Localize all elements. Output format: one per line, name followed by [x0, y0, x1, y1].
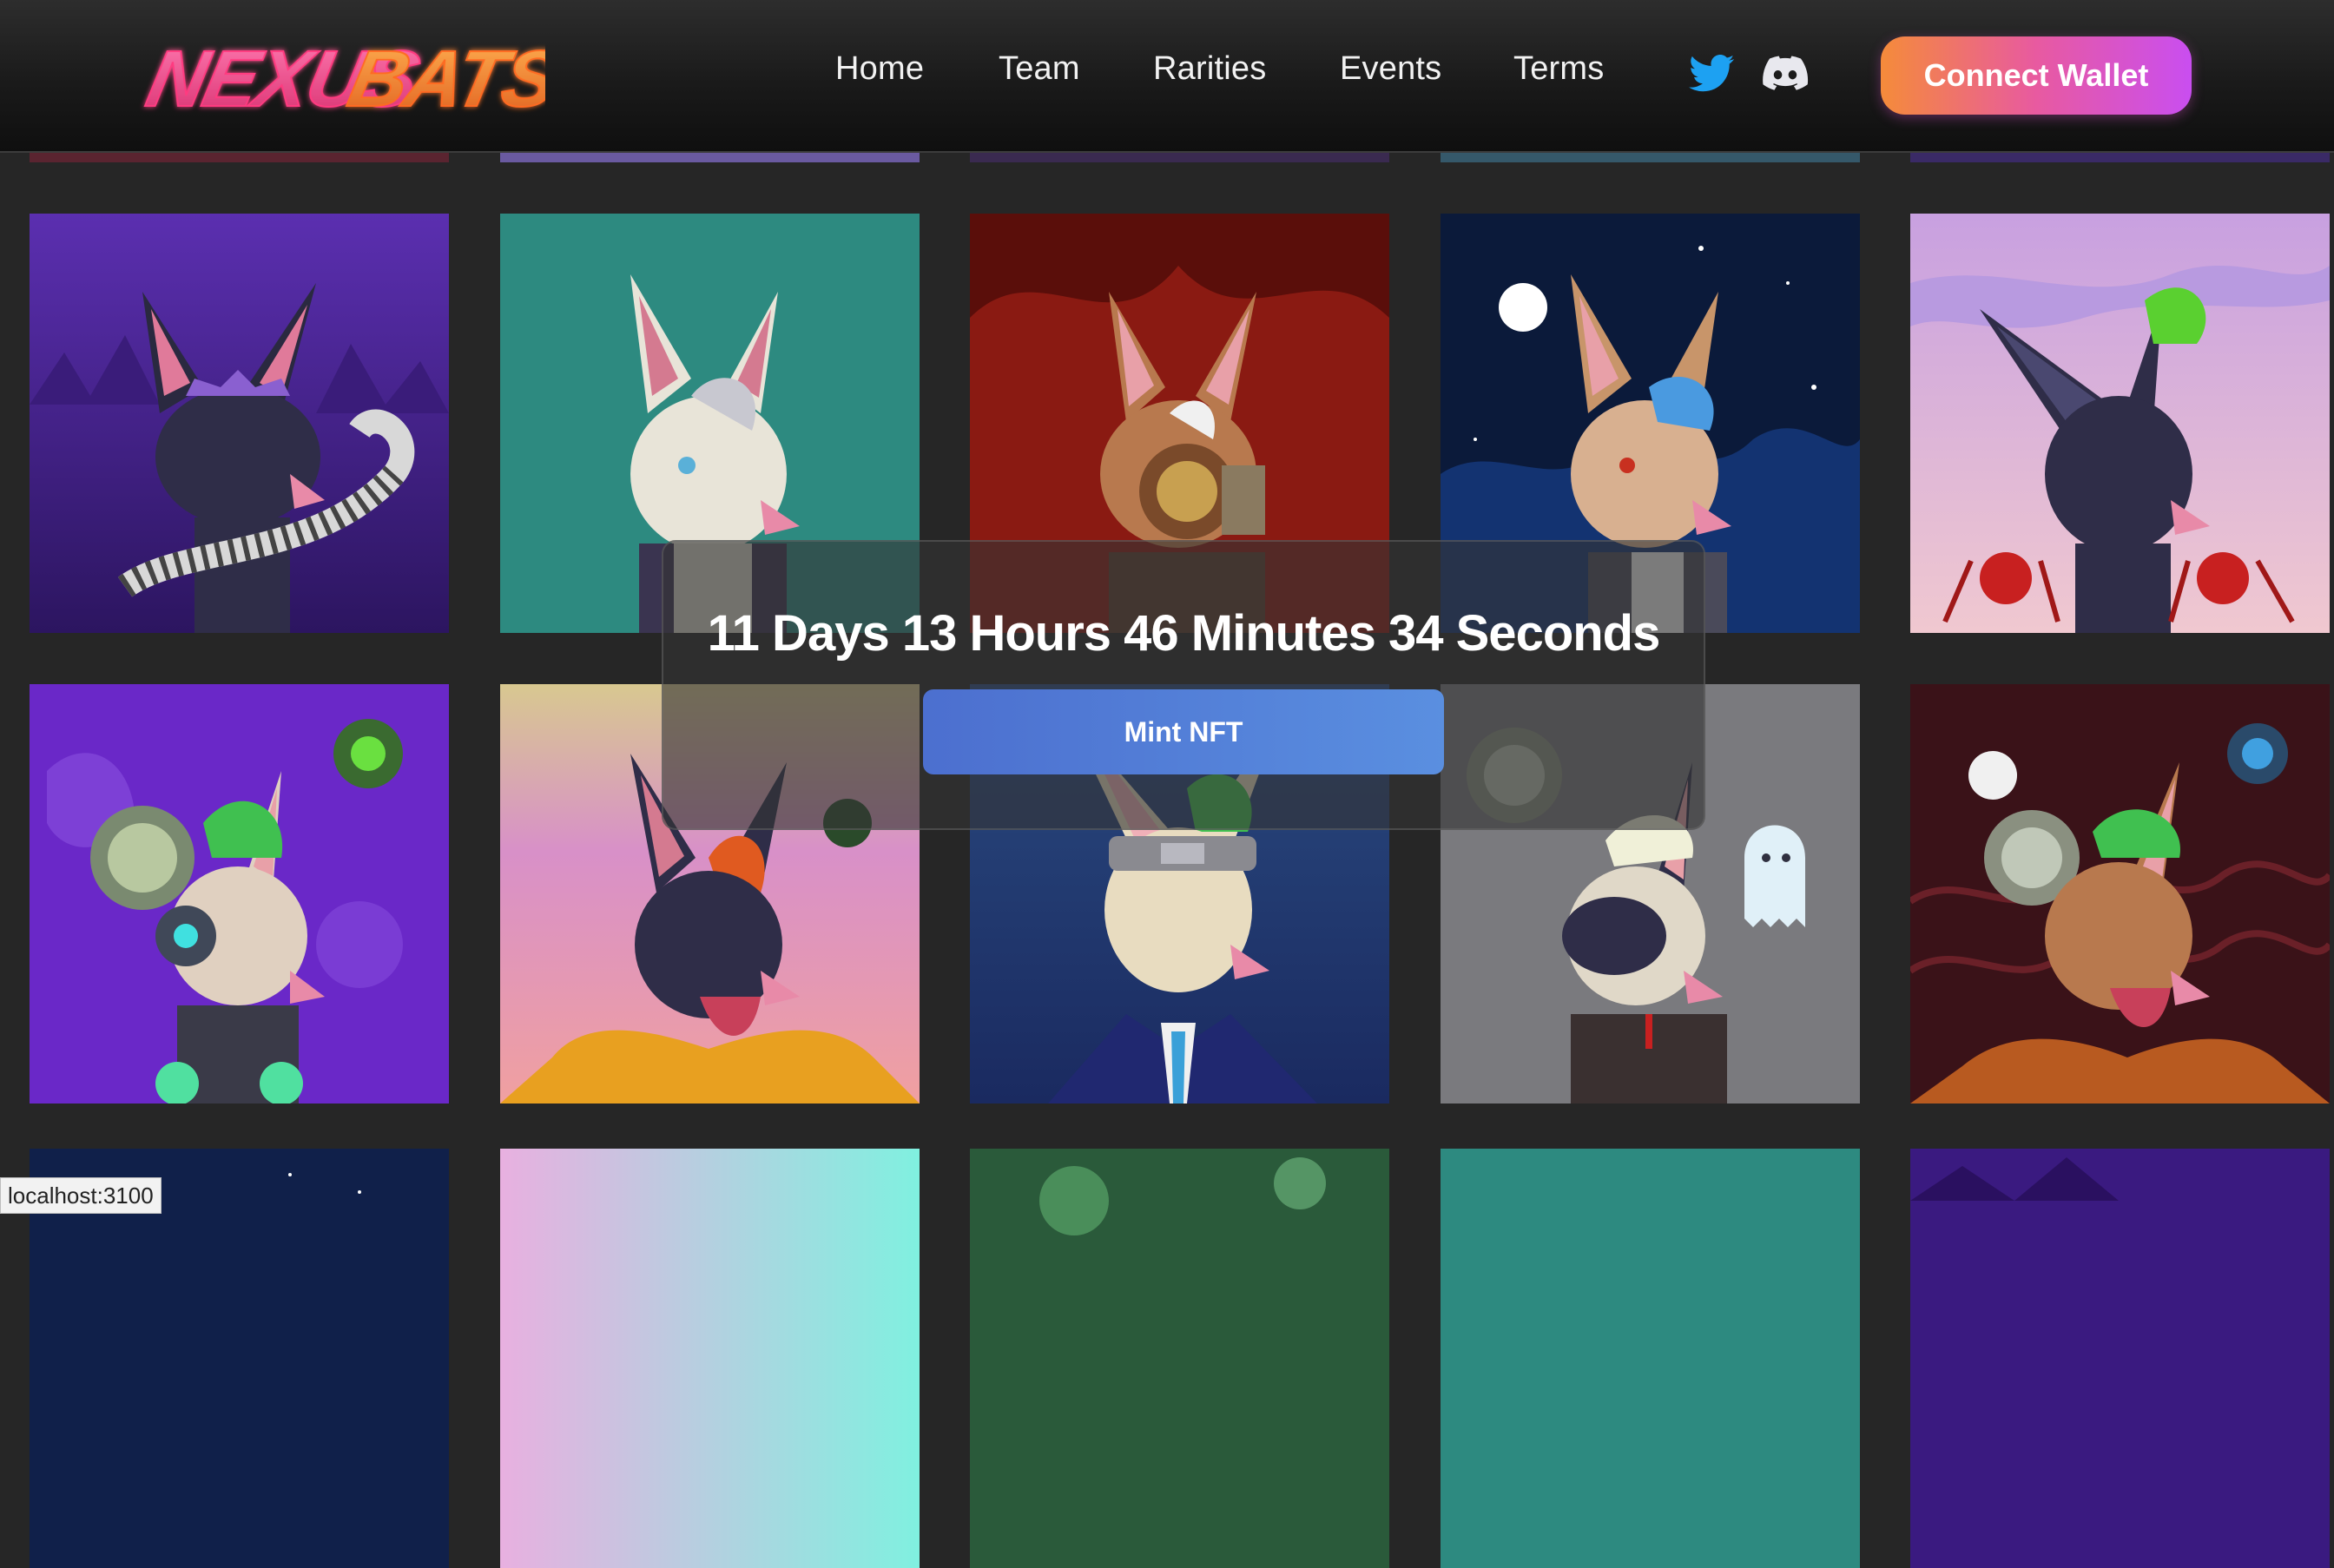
nav-link-home[interactable]: Home [835, 50, 924, 88]
mint-panel: 11 Days 13 Hours 46 Minutes 34 Seconds M… [662, 540, 1705, 830]
gallery-tile-partial [1910, 1149, 2330, 1568]
nexusbats-logo[interactable]: NEXUS BATS [137, 30, 567, 125]
nav-link-team[interactable]: Team [999, 50, 1080, 88]
connect-wallet-button[interactable]: Connect Wallet [1881, 36, 2192, 115]
twitter-icon[interactable] [1686, 50, 1738, 96]
top-navbar: NEXUS BATS Home Team Rarities Events Ter… [0, 0, 2334, 153]
mint-countdown: 11 Days 13 Hours 46 Minutes 34 Seconds [707, 605, 1661, 662]
discord-icon[interactable] [1759, 50, 1811, 96]
nft-tile-purple-forest-snake[interactable] [30, 214, 449, 633]
gallery-tile-partial [970, 1149, 1389, 1568]
nav-link-terms[interactable]: Terms [1513, 50, 1604, 88]
nft-tile-red-night-green-hair[interactable] [1910, 684, 2330, 1104]
status-bar-url: localhost:3100 [0, 1177, 162, 1214]
mint-nft-button[interactable]: Mint NFT [923, 689, 1444, 774]
nft-tile-pink-sky-green-hair[interactable] [1910, 214, 2330, 633]
logo-text-bats: BATS [341, 34, 545, 123]
nav-link-rarities[interactable]: Rarities [1153, 50, 1266, 88]
gallery-tile-partial [500, 1149, 920, 1568]
nft-tile-purple-ghosts-cyborg[interactable] [30, 684, 449, 1104]
nav-link-events[interactable]: Events [1340, 50, 1441, 88]
gallery-tile-partial [1441, 1149, 1860, 1568]
